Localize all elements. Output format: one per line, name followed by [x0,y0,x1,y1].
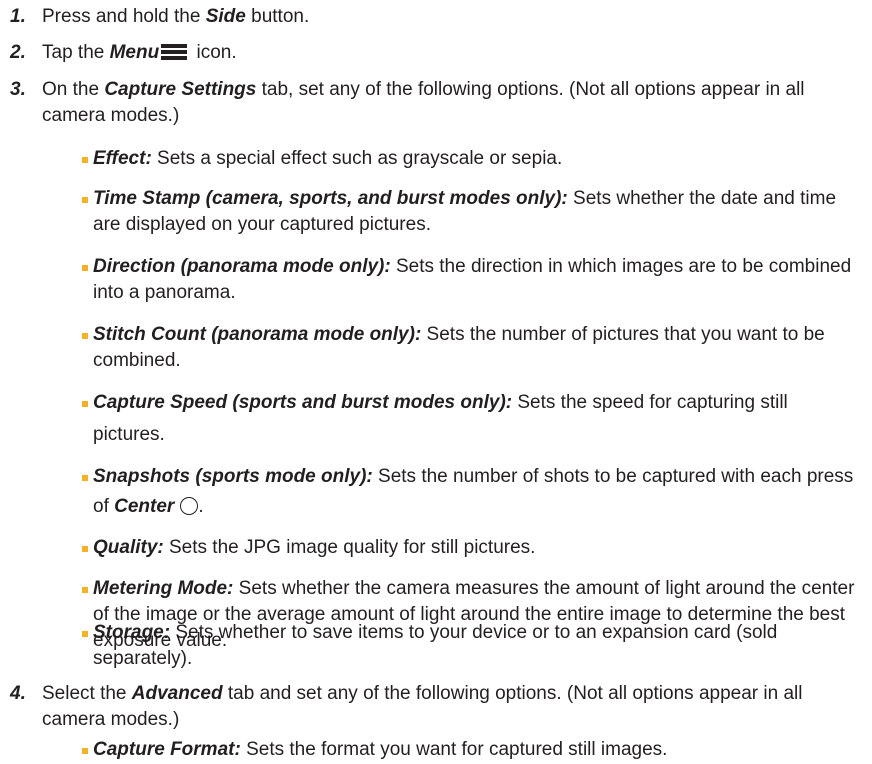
bullet-marker [82,587,88,593]
step-number: 1. [10,6,26,27]
step-text: On the Capture Settings tab, set any of … [42,79,805,126]
step-text: Tap the Menu icon. [42,42,237,63]
step-text: Press and hold the Side button. [42,6,310,27]
bullet-marker [82,197,88,203]
bullet-marker [82,157,88,163]
step-number: 4. [10,683,26,704]
menu-icon [161,44,188,60]
bullet-marker [82,401,88,407]
document-page: 1. Press and hold the Side button. 2. Ta… [0,0,872,764]
bullet-marker [82,265,88,271]
circle-icon [180,497,199,515]
step-number: 3. [10,79,26,100]
bullet-marker [82,546,88,552]
bullet-marker [82,333,88,339]
bullet-marker [82,748,88,754]
bullet-marker [82,475,88,481]
step-number: 2. [10,42,26,63]
bullet-marker [82,631,88,637]
step-text: Select the Advanced tab and set any of t… [42,683,803,730]
